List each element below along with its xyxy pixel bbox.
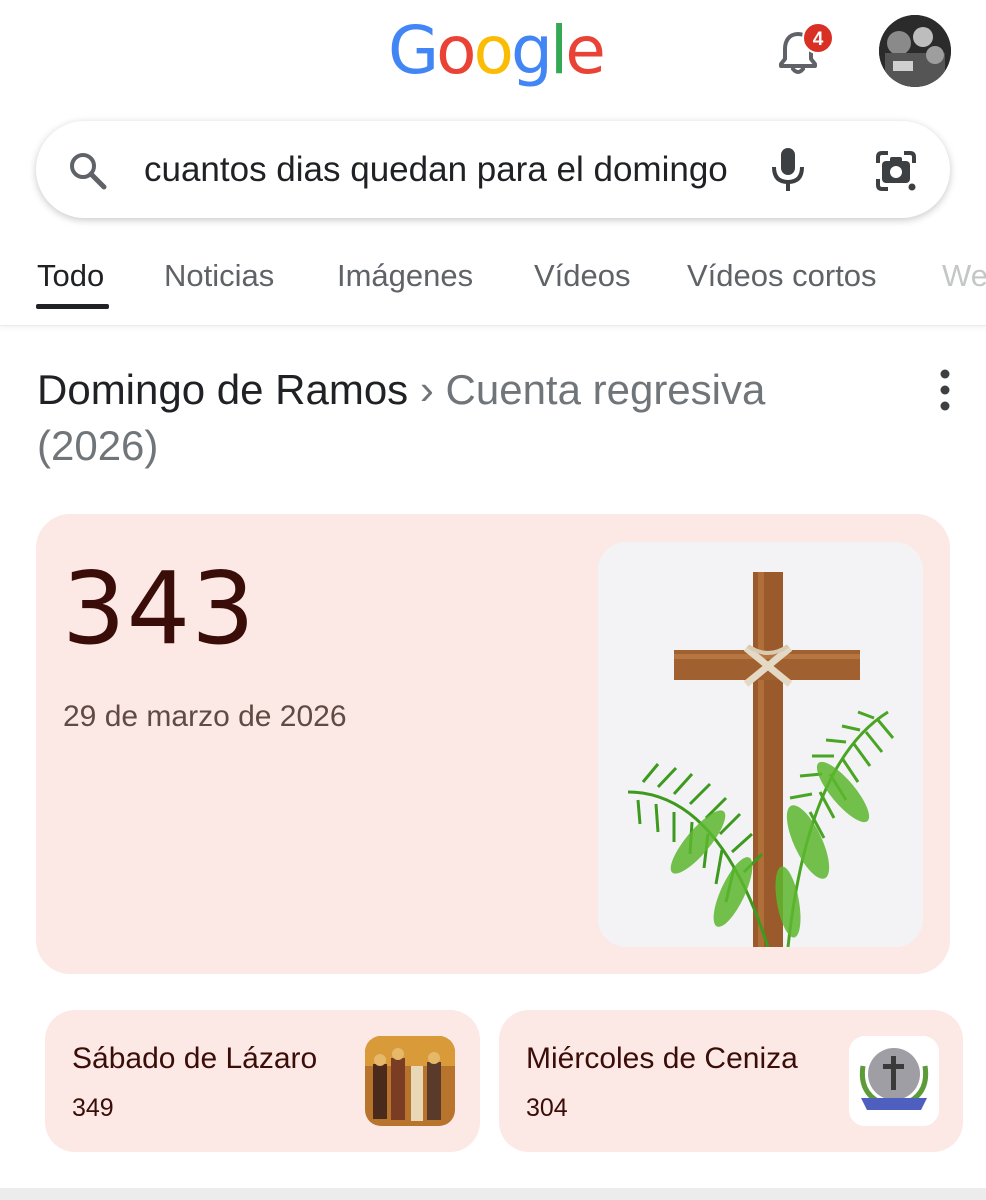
- camera-lens-icon[interactable]: [872, 147, 920, 195]
- search-tabs: Todo Noticias Imágenes Vídeos Vídeos cor…: [0, 240, 986, 326]
- related-card-miercoles-ceniza[interactable]: Miércoles de Ceniza 304: [499, 1010, 963, 1152]
- tab-noticias[interactable]: Noticias: [164, 258, 274, 294]
- avatar[interactable]: [879, 15, 951, 87]
- top-header: Google 4: [0, 0, 986, 110]
- search-icon[interactable]: [66, 149, 110, 193]
- google-logo[interactable]: Google: [388, 6, 606, 96]
- result-title[interactable]: Domingo de Ramos › Cuenta regresiva (202…: [37, 362, 897, 474]
- palm-cross-image: [598, 542, 923, 947]
- mic-icon[interactable]: [768, 145, 808, 195]
- lazaro-icon-image: [365, 1036, 455, 1126]
- related-title: Miércoles de Ceniza: [526, 1042, 798, 1075]
- related-title: Sábado de Lázaro: [72, 1042, 318, 1075]
- tab-todo[interactable]: Todo: [37, 258, 104, 294]
- notification-badge: 4: [802, 22, 834, 54]
- event-date: 29 de marzo de 2026: [63, 700, 347, 733]
- tab-videos-cortos[interactable]: Vídeos cortos: [687, 258, 877, 294]
- bottom-divider: [0, 1188, 986, 1200]
- tab-imagenes[interactable]: Imágenes: [337, 258, 473, 294]
- days-remaining: 343: [62, 550, 256, 667]
- tab-videos[interactable]: Vídeos: [534, 258, 631, 294]
- tab-web[interactable]: Web: [942, 258, 986, 294]
- related-card-sabado-lazaro[interactable]: Sábado de Lázaro 349: [45, 1010, 480, 1152]
- more-vert-icon[interactable]: [930, 366, 960, 414]
- breadcrumb-separator: ›: [419, 366, 434, 413]
- ceniza-icon-image: [849, 1036, 939, 1126]
- active-tab-indicator: [36, 304, 109, 309]
- search-bar[interactable]: [36, 121, 950, 218]
- countdown-card[interactable]: 343 29 de marzo de 2026: [36, 514, 950, 974]
- title-main: Domingo de Ramos: [37, 366, 409, 413]
- related-days: 304: [526, 1094, 568, 1122]
- related-days: 349: [72, 1094, 114, 1122]
- search-input[interactable]: [144, 147, 736, 193]
